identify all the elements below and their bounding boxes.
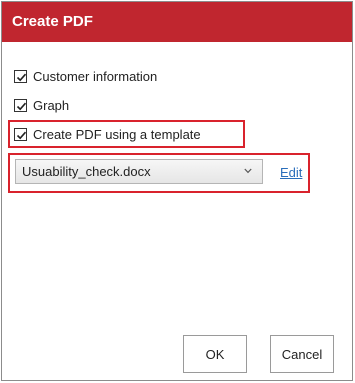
cancel-button[interactable]: Cancel <box>270 335 334 373</box>
checkmark-icon <box>16 73 27 81</box>
customer-information-option[interactable]: Customer information <box>14 67 157 85</box>
customer-information-checkbox[interactable] <box>14 69 27 83</box>
checkmark-icon <box>16 102 27 110</box>
ok-button[interactable]: OK <box>183 335 247 373</box>
checkmark-icon <box>16 131 27 139</box>
dialog-title-bar: Create PDF <box>2 2 352 42</box>
graph-option[interactable]: Graph <box>14 96 69 114</box>
template-dropdown[interactable]: Usuability_check.docx <box>15 159 263 184</box>
chevron-down-icon <box>244 168 252 174</box>
graph-label: Graph <box>33 97 70 113</box>
template-label: Create PDF using a template <box>33 126 201 142</box>
customer-information-label: Customer information <box>33 68 158 84</box>
graph-checkbox[interactable] <box>14 98 27 112</box>
template-dropdown-value: Usuability_check.docx <box>22 164 151 179</box>
create-pdf-dialog: Create PDF Customer information Graph Cr… <box>1 1 353 381</box>
template-option[interactable]: Create PDF using a template <box>14 125 201 143</box>
edit-template-link[interactable]: Edit <box>280 165 302 180</box>
dialog-title: Create PDF <box>12 13 93 30</box>
template-checkbox[interactable] <box>14 127 27 141</box>
